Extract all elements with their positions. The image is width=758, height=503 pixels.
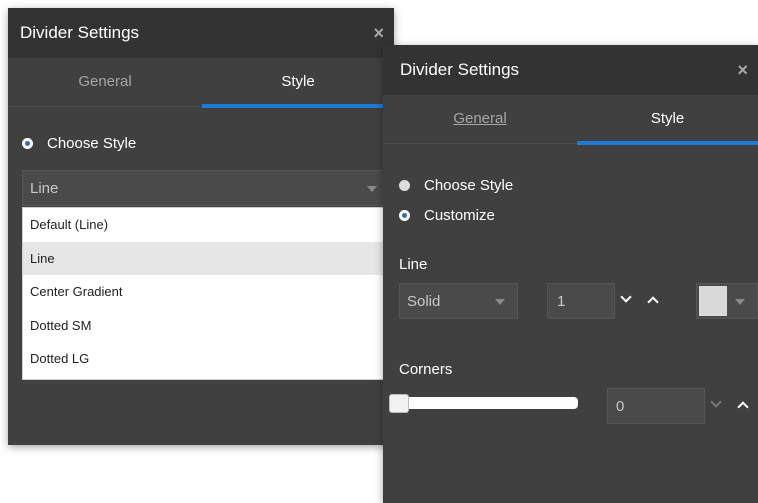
- dropdown-option-line[interactable]: Line: [23, 241, 393, 275]
- radio-customize-label: Customize: [424, 206, 495, 224]
- chevron-down-icon: [495, 299, 505, 305]
- radio-unselected-icon: [399, 179, 410, 191]
- dropdown-option-dotted-sm[interactable]: Dotted SM: [23, 309, 393, 343]
- line-style-value: Solid: [407, 293, 441, 310]
- tab-general[interactable]: General: [8, 58, 202, 107]
- corners-section-label: Corners: [399, 361, 453, 378]
- style-dropdown-list: Default (Line) Line Center Gradient Dott…: [22, 207, 394, 380]
- panel-title: Divider Settings: [400, 60, 520, 79]
- chevron-up-icon: [647, 296, 659, 308]
- line-width-increment-button[interactable]: [643, 291, 663, 311]
- corners-value: 0: [616, 398, 625, 415]
- chevron-down-icon: [710, 396, 722, 408]
- chevron-up-icon: [737, 401, 749, 413]
- tab-bar: General Style: [383, 95, 758, 145]
- line-color-picker[interactable]: [696, 283, 758, 319]
- corners-increment-button[interactable]: [733, 396, 753, 416]
- radio-selected-icon: [22, 137, 33, 149]
- tab-style-label: Style: [650, 110, 685, 127]
- style-select-value: Line: [30, 180, 59, 197]
- line-width-value: 1: [557, 293, 566, 310]
- line-section-label: Line: [399, 256, 428, 273]
- corners-slider-thumb[interactable]: [389, 394, 409, 413]
- dropdown-option-dotted-lg[interactable]: Dotted LG: [23, 342, 393, 376]
- line-width-decrement-button[interactable]: [616, 291, 636, 311]
- line-color-swatch: [699, 286, 727, 316]
- divider-settings-panel-right: Divider Settings × General Style Choose …: [383, 45, 758, 503]
- tab-style[interactable]: Style: [577, 95, 758, 145]
- panel-title: Divider Settings: [20, 23, 140, 42]
- radio-choose-style-label: Choose Style: [424, 176, 514, 194]
- radio-choose-style[interactable]: Choose Style: [399, 174, 513, 196]
- radio-choose-style[interactable]: Choose Style: [22, 132, 136, 154]
- active-tab-indicator: [202, 104, 394, 108]
- corners-slider-track[interactable]: [391, 397, 578, 409]
- corners-value-input[interactable]: 0: [607, 388, 705, 424]
- chevron-down-icon: [620, 291, 632, 303]
- radio-choose-style-label: Choose Style: [47, 134, 137, 152]
- tab-style[interactable]: Style: [202, 58, 394, 108]
- active-tab-indicator: [577, 141, 758, 145]
- panel-titlebar: Divider Settings ×: [8, 8, 394, 58]
- dropdown-option-default-line[interactable]: Default (Line): [23, 208, 393, 242]
- tab-bar: General Style: [8, 58, 394, 108]
- panel-titlebar: Divider Settings ×: [383, 45, 758, 95]
- chevron-down-icon: [367, 186, 377, 192]
- style-select[interactable]: Line: [22, 170, 394, 206]
- close-icon[interactable]: ×: [737, 45, 748, 95]
- radio-customize[interactable]: Customize: [399, 204, 495, 226]
- divider-settings-panel-left: Divider Settings × General Style Choose …: [8, 8, 394, 445]
- tab-general[interactable]: General: [383, 95, 577, 144]
- radio-selected-icon: [399, 209, 410, 221]
- chevron-down-icon: [735, 299, 745, 305]
- tab-style-label: Style: [281, 73, 315, 90]
- line-width-input[interactable]: 1: [547, 283, 615, 319]
- corners-decrement-button[interactable]: [706, 396, 726, 416]
- line-style-select[interactable]: Solid: [399, 283, 518, 319]
- dropdown-option-center-gradient[interactable]: Center Gradient: [23, 275, 393, 309]
